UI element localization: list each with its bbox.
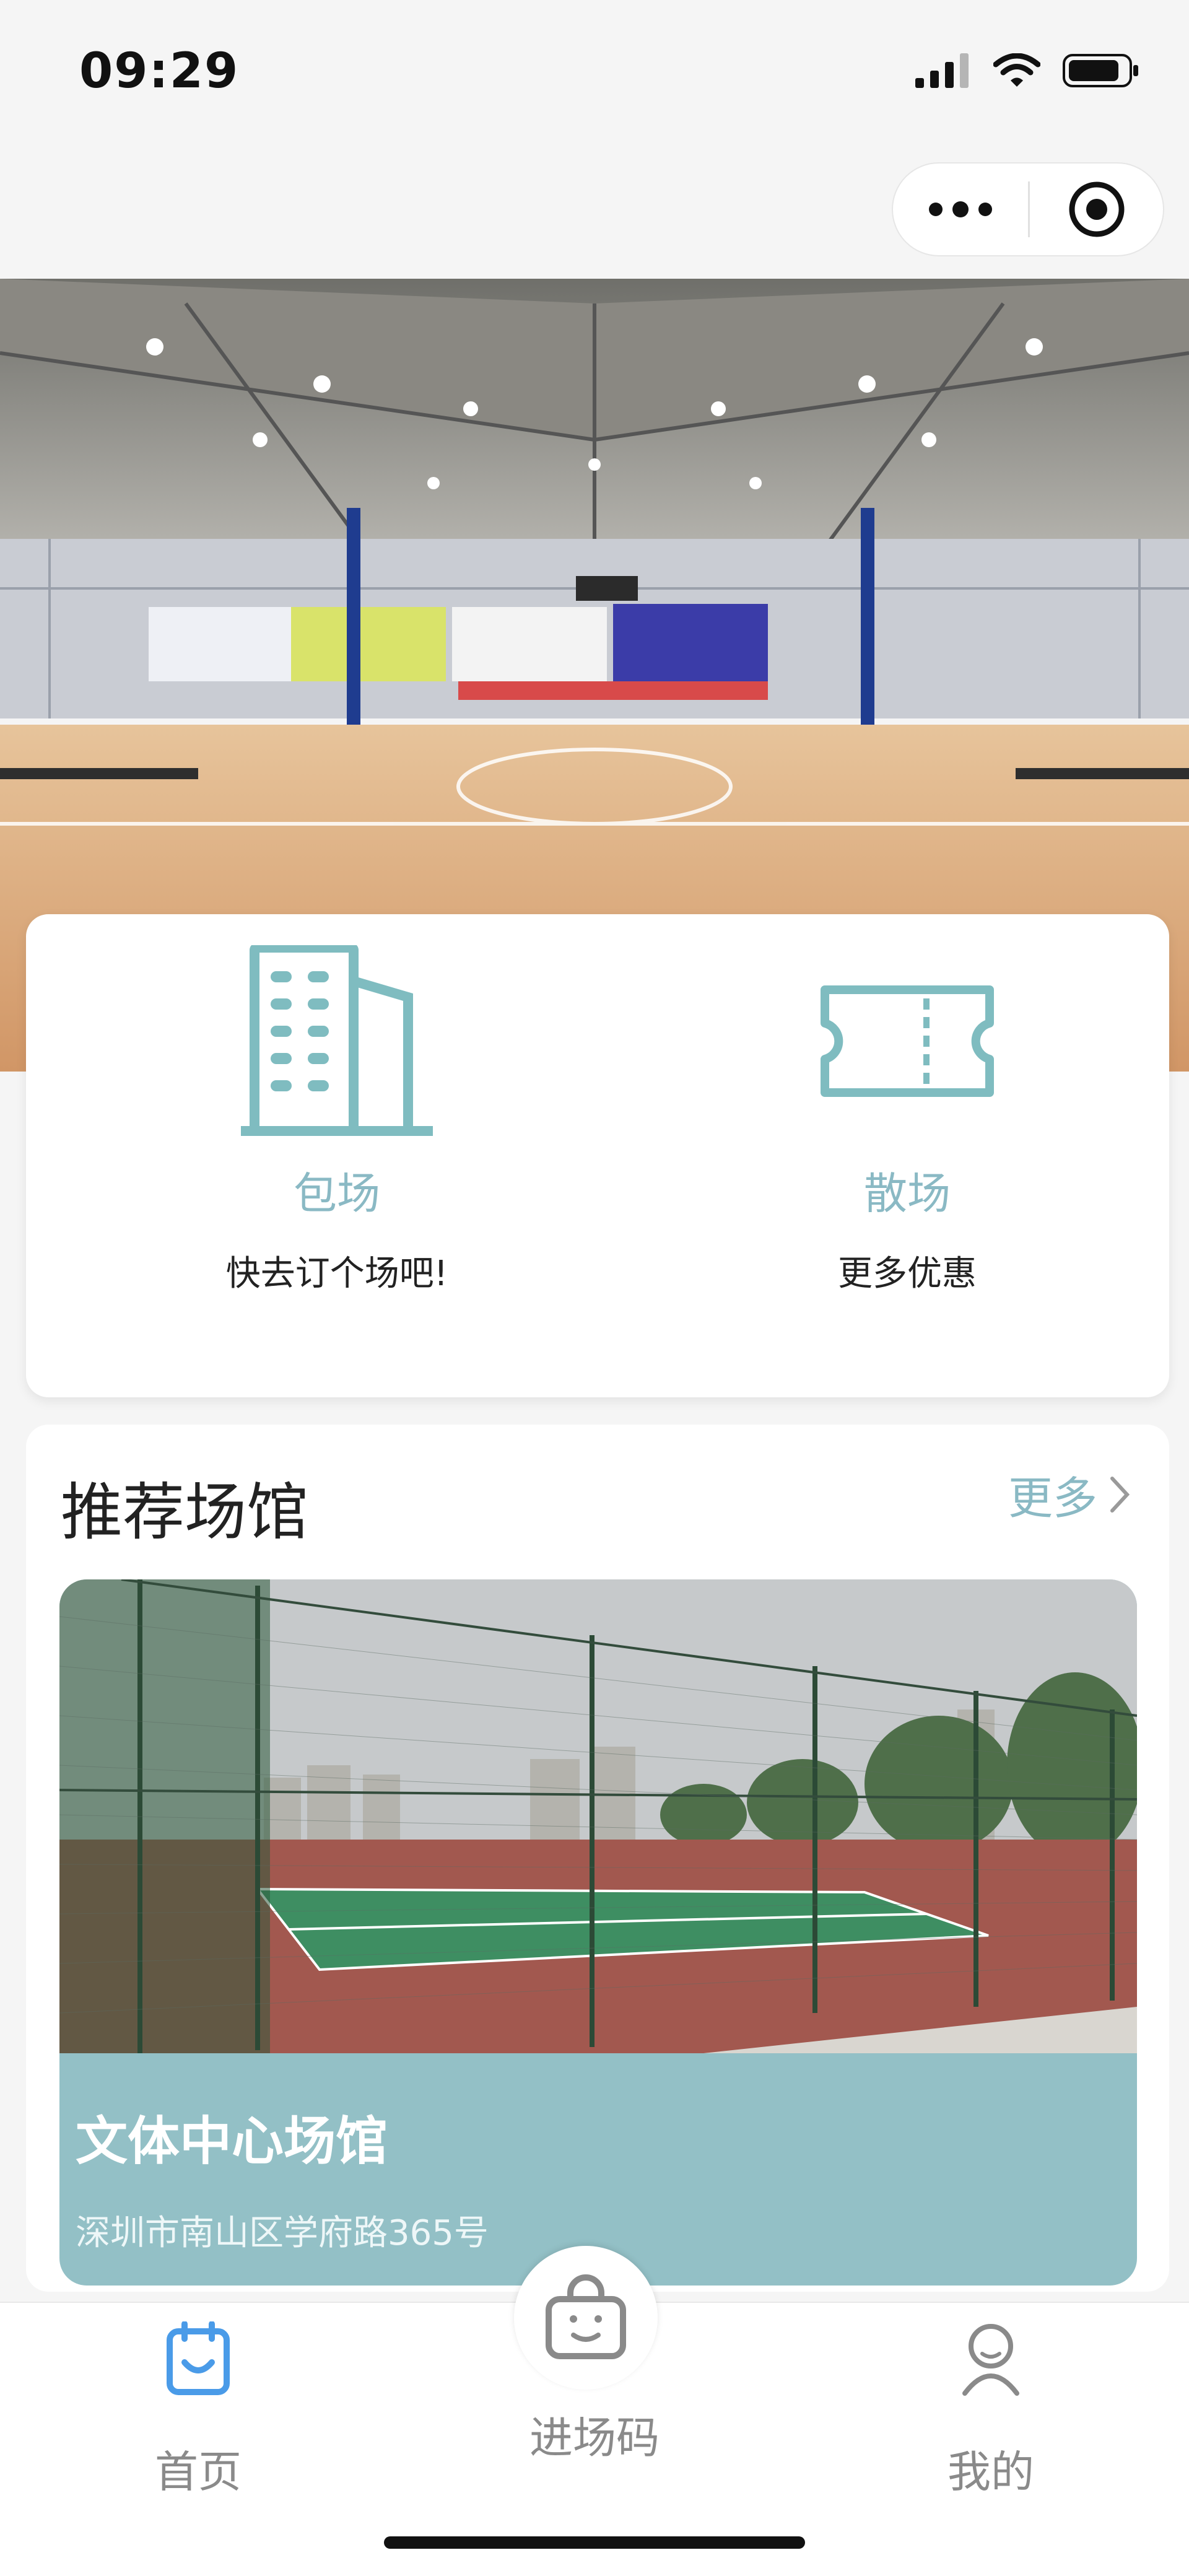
more-venues-link[interactable]: 更多 <box>1008 1462 1132 1527</box>
book-whole-court-title: 包场 <box>294 1168 380 1219</box>
tab-mine[interactable]: 我的 <box>867 2303 1115 2576</box>
outdoor-tennis-court-photo <box>59 1579 1137 2053</box>
wifi-icon <box>993 53 1040 87</box>
venue-card[interactable]: 文体中心场馆 深圳市南山区学府路365号 <box>59 1579 1137 2286</box>
user-icon <box>962 2324 1019 2396</box>
drop-in-subtitle: 更多优惠 <box>838 1254 977 1294</box>
battery-icon <box>1063 54 1138 87</box>
book-whole-court-button[interactable]: 包场 快去订个场吧! <box>120 914 554 1397</box>
miniprogram-capsule <box>892 162 1164 256</box>
venue-name: 文体中心场馆 <box>76 2111 388 2172</box>
tab-home[interactable]: 首页 <box>74 2303 322 2576</box>
more-dots-icon <box>929 201 992 217</box>
booking-options-card: 包场 快去订个场吧! 散场 更多优惠 <box>26 914 1169 1397</box>
venue-image <box>59 1579 1137 2053</box>
entry-code-label: 进场码 <box>529 2412 660 2463</box>
recommended-venues-card: 推荐场馆 更多 文体中心场馆 深圳市南山区学府路365号 <box>26 1425 1169 2292</box>
recommended-title: 推荐场馆 <box>61 1476 308 1548</box>
more-button[interactable] <box>893 164 1028 255</box>
signal-icon <box>915 53 969 88</box>
drop-in-title: 散场 <box>864 1168 951 1219</box>
chevron-right-icon <box>1110 1476 1130 1513</box>
target-circle-icon <box>1069 181 1124 237</box>
close-miniprogram-button[interactable] <box>1030 164 1163 255</box>
tab-home-label: 首页 <box>155 2447 242 2497</box>
status-time: 09:29 <box>79 43 240 99</box>
building-icon <box>236 943 438 1140</box>
more-label: 更多 <box>1008 1472 1097 1524</box>
status-bar: 09:29 <box>0 0 1189 142</box>
shopping-bag-face-icon <box>546 2274 626 2359</box>
home-indicator <box>384 2536 805 2549</box>
book-whole-court-subtitle: 快去订个场吧! <box>225 1254 448 1294</box>
home-calendar-icon <box>167 2321 230 2395</box>
system-icons <box>915 53 1139 89</box>
entry-code-button[interactable] <box>514 2246 658 2390</box>
ticket-icon <box>817 982 997 1102</box>
drop-in-button[interactable]: 散场 更多优惠 <box>690 914 1124 1397</box>
venue-address: 深圳市南山区学府路365号 <box>76 2213 489 2253</box>
tab-mine-label: 我的 <box>947 2447 1034 2497</box>
